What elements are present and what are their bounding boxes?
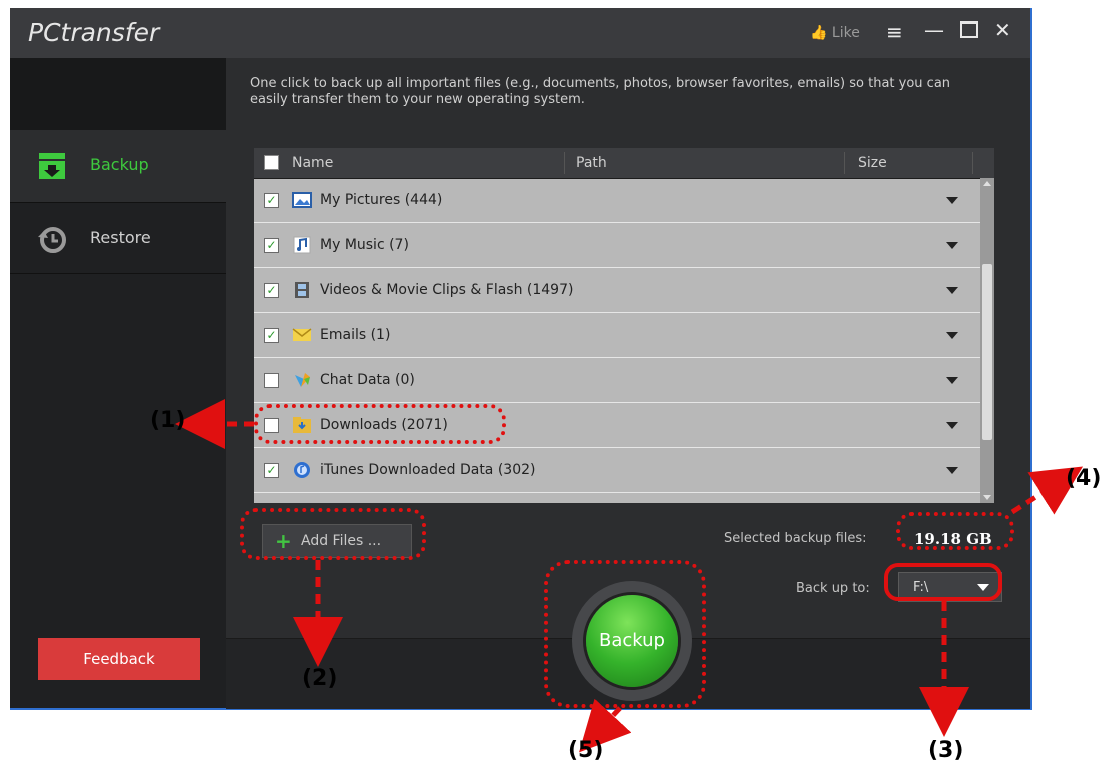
annotation-label-4: (4) xyxy=(1066,466,1102,491)
annotation-arrows xyxy=(175,399,1084,753)
annotation-label-3: (3) xyxy=(928,738,964,763)
annotation-label-1: (1) xyxy=(150,408,186,433)
annotation-label-5: (5) xyxy=(568,738,604,763)
annotation-label-2: (2) xyxy=(302,666,338,691)
